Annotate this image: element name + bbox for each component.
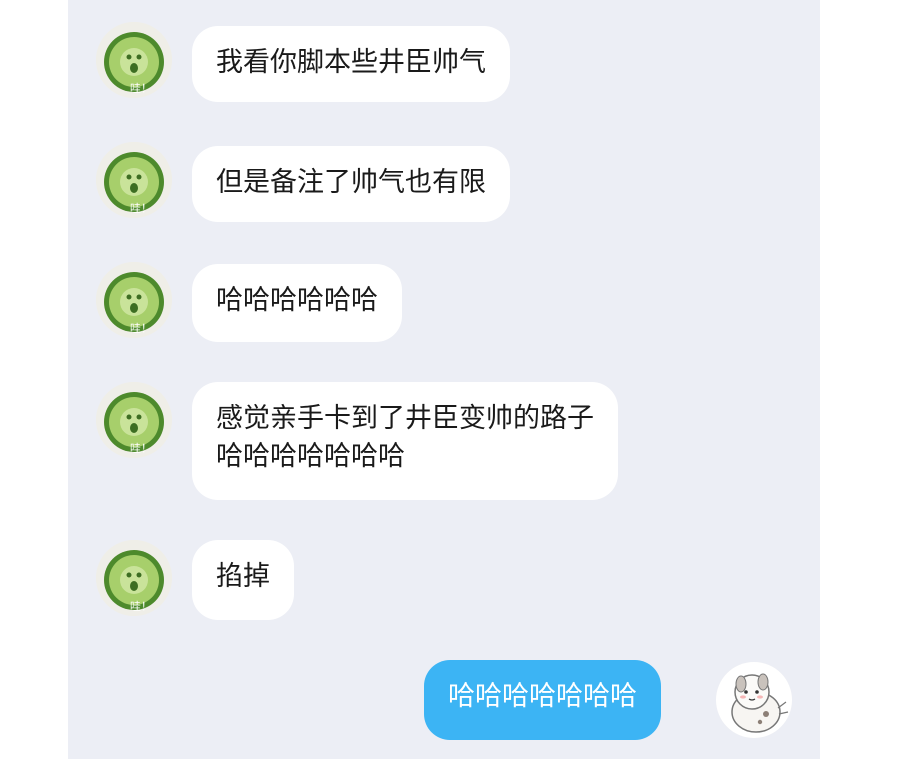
message-text-line: 哈哈哈哈哈哈哈 (216, 441, 405, 472)
svg-text:哇！: 哇！ (130, 202, 152, 215)
svg-text:哇！: 哇！ (130, 322, 152, 335)
cucumber-avatar-icon: 哇！ (96, 540, 172, 616)
message-text: 哈哈哈哈哈哈 (216, 285, 378, 316)
cucumber-avatar-icon: 哇！ (96, 382, 172, 458)
incoming-message-bubble[interactable]: 哈哈哈哈哈哈 (192, 264, 402, 342)
contact-avatar[interactable]: 哇！ (96, 382, 172, 458)
message-text: 我看你脚本些井臣帅气 (216, 47, 486, 78)
contact-avatar[interactable]: 哇！ (96, 262, 172, 338)
contact-avatar[interactable]: 哇！ (96, 142, 172, 218)
incoming-message-bubble[interactable]: 掐掉 (192, 540, 294, 620)
cartoon-dog-avatar-icon (716, 662, 792, 738)
svg-text:哇！: 哇！ (130, 442, 152, 455)
contact-avatar[interactable]: 哇！ (96, 540, 172, 616)
contact-avatar[interactable]: 哇！ (96, 22, 172, 98)
chat-window: 哇！ 我看你脚本些井臣帅气 哇！ 但是备注了帅气也有限 哇！ 哈哈哈哈哈哈 哇！… (68, 0, 820, 759)
message-text: 但是备注了帅气也有限 (216, 167, 486, 198)
svg-text:哇！: 哇！ (130, 82, 152, 95)
incoming-message-bubble[interactable]: 感觉亲手卡到了井臣变帅的路子 哈哈哈哈哈哈哈 (192, 382, 618, 500)
incoming-message-bubble[interactable]: 但是备注了帅气也有限 (192, 146, 510, 222)
cucumber-avatar-icon: 哇！ (96, 262, 172, 338)
cucumber-avatar-icon: 哇！ (96, 142, 172, 218)
message-text: 哈哈哈哈哈哈哈 (448, 681, 637, 712)
outgoing-message-bubble[interactable]: 哈哈哈哈哈哈哈 (424, 660, 661, 740)
message-text: 掐掉 (216, 561, 270, 592)
svg-text:哇！: 哇！ (130, 600, 152, 613)
cucumber-avatar-icon: 哇！ (96, 22, 172, 98)
incoming-message-bubble[interactable]: 我看你脚本些井臣帅气 (192, 26, 510, 102)
message-text-line: 感觉亲手卡到了井臣变帅的路子 (216, 403, 594, 434)
self-avatar[interactable] (716, 662, 792, 738)
